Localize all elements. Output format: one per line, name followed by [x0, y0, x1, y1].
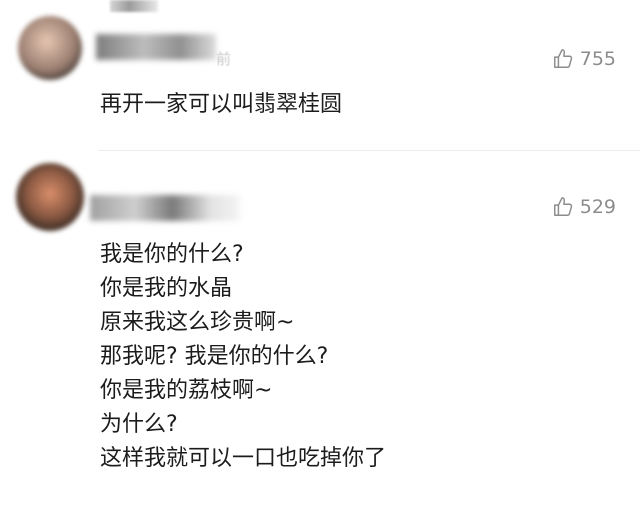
timestamp: 前 — [216, 50, 232, 68]
comment-item: 前 755 再开一家可以叫翡翠桂圆 — [0, 0, 640, 150]
comment-line: 你是我的荔枝啊~ — [100, 378, 273, 403]
comment-line: 再开一家可以叫翡翠桂圆 — [100, 92, 343, 117]
comment-line: 你是我的水晶 — [100, 276, 233, 301]
comment-text: 再开一家可以叫翡翠桂圆 — [100, 88, 342, 122]
comment-line: 我是你的什么? — [100, 242, 244, 267]
thumbs-up-icon — [553, 197, 572, 216]
like-count: 529 — [579, 196, 616, 218]
comment-text: 我是你的什么? 你是我的水晶 原来我这么珍贵啊~ 那我呢? 我是你的什么? 你是… — [100, 238, 386, 476]
username-blurred[interactable] — [96, 34, 216, 60]
like-button[interactable]: 755 — [552, 48, 616, 70]
thumbs-up-icon — [553, 49, 572, 68]
user-avatar[interactable] — [16, 163, 84, 231]
comment-line: 那我呢? 我是你的什么? — [100, 344, 329, 369]
comment-line: 这样我就可以一口也吃掉你了 — [100, 446, 387, 471]
like-count: 755 — [579, 48, 616, 70]
comment-item: 529 我是你的什么? 你是我的水晶 原来我这么珍贵啊~ 那我呢? 我是你的什么… — [0, 151, 640, 508]
user-avatar[interactable] — [18, 16, 82, 80]
username-blurred[interactable] — [90, 195, 240, 221]
comment-line: 原来我这么珍贵啊~ — [100, 310, 295, 335]
comment-line: 为什么? — [100, 412, 178, 437]
like-button[interactable]: 529 — [552, 196, 616, 218]
